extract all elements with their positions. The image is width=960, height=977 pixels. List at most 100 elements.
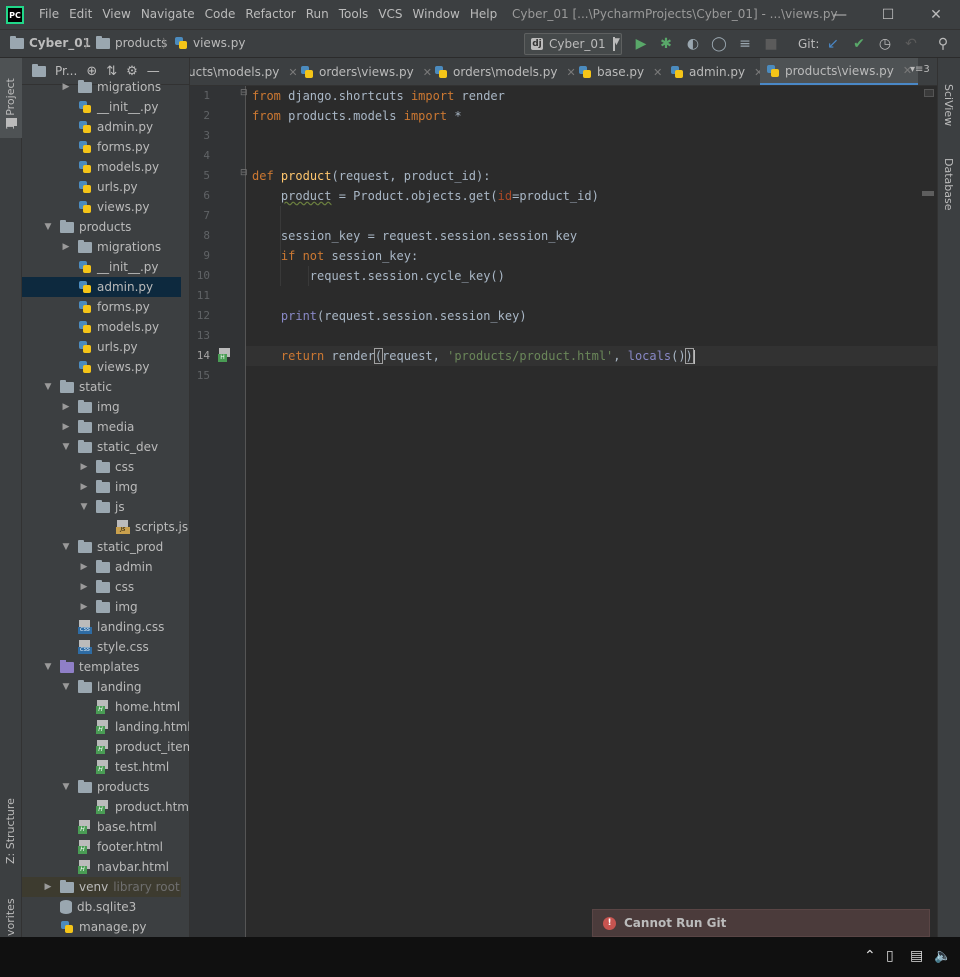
tree-item[interactable]: ▼ static_dev	[60, 437, 158, 457]
tree-item[interactable]: scripts.js	[98, 517, 188, 537]
menu-file[interactable]: File	[39, 7, 59, 21]
tree-item[interactable]: ▼ landing	[60, 677, 141, 697]
chevron-down-icon[interactable]: ▼	[60, 537, 72, 557]
tree-item[interactable]: __init__.py	[60, 97, 159, 117]
tree-item[interactable]: ▶ css	[78, 457, 134, 477]
coverage-icon[interactable]: ◐	[684, 35, 702, 53]
breadcrumb-project[interactable]: Cyber_01	[10, 35, 91, 50]
chevron-right-icon[interactable]: ▶	[78, 597, 90, 617]
inspection-status-icon[interactable]	[924, 89, 934, 97]
menu-code[interactable]: Code	[205, 7, 236, 21]
network-icon[interactable]: ▤	[910, 948, 923, 964]
chevron-down-icon[interactable]: ▼	[60, 437, 72, 457]
tree-item[interactable]: views.py	[60, 197, 149, 217]
tree-item[interactable]: ▼ static_prod	[60, 537, 163, 557]
debug-icon[interactable]: ✱	[657, 35, 675, 53]
chevron-right-icon[interactable]: ▶	[78, 557, 90, 577]
tab-orders-models[interactable]: orders\models.py ✕	[428, 58, 582, 85]
tree-item[interactable]: product_item.html	[78, 737, 189, 757]
tree-item[interactable]: forms.py	[60, 297, 150, 317]
stop-icon[interactable]: ■	[762, 35, 780, 53]
tree-item[interactable]: ▶ admin	[78, 557, 153, 577]
code-editor[interactable]: 1 2 3 4 5 6 7 8 9 10 11 12 13 14 15 ⊟ ⊟ …	[190, 86, 937, 937]
tree-item[interactable]: urls.py	[60, 337, 138, 357]
menu-edit[interactable]: Edit	[69, 7, 92, 21]
close-icon[interactable]: ✕	[924, 4, 948, 26]
tree-item[interactable]: landing.html	[78, 717, 189, 737]
tab-products-models[interactable]: ucts\models.py ✕	[190, 58, 304, 85]
tree-item[interactable]: home.html	[78, 697, 180, 717]
chevron-right-icon[interactable]: ▶	[60, 397, 72, 417]
tree-item[interactable]: ▶ css	[78, 577, 134, 597]
project-view-select[interactable]: Pr...	[55, 64, 77, 78]
search-icon[interactable]: ⚲	[934, 35, 952, 53]
tree-item[interactable]: views.py	[60, 357, 149, 377]
navigate-to-template-icon[interactable]	[218, 348, 232, 362]
tree-item[interactable]: __init__.py	[60, 257, 159, 277]
tree-item[interactable]: models.py	[60, 317, 159, 337]
tree-item[interactable]: landing.css	[60, 617, 164, 637]
tree-item[interactable]: product.html	[78, 797, 189, 817]
tree-item[interactable]: db.sqlite3	[42, 897, 136, 917]
chevron-right-icon[interactable]: ▶	[42, 877, 54, 897]
breadcrumb-file[interactable]: views.py	[174, 36, 245, 50]
tree-item[interactable]: ▶ migrations	[60, 237, 161, 257]
tree-item[interactable]: manage.py	[42, 917, 147, 937]
tree-item[interactable]: urls.py	[60, 177, 138, 197]
tree-item[interactable]: ▼ templates	[42, 657, 139, 677]
tree-item[interactable]: ▶ migrations	[60, 77, 161, 97]
battery-icon[interactable]: ▯	[886, 948, 894, 964]
tab-admin[interactable]: admin.py ✕	[664, 58, 769, 85]
tree-item[interactable]: models.py	[60, 157, 159, 177]
chevron-down-icon[interactable]: ▼	[60, 677, 72, 697]
close-tab-icon[interactable]: ✕	[653, 66, 662, 79]
tree-item[interactable]: base.html	[60, 817, 157, 837]
chevron-down-icon[interactable]: ▼	[42, 377, 54, 397]
chevron-right-icon[interactable]: ▶	[60, 77, 72, 97]
tree-item[interactable]: test.html	[78, 757, 169, 777]
chevron-down-icon[interactable]: ▼	[42, 217, 54, 237]
maximize-icon[interactable]: ☐	[876, 4, 900, 26]
tree-item[interactable]: ▼ products	[42, 217, 131, 237]
run-configuration-select[interactable]: dj Cyber_01 ▼	[524, 33, 622, 55]
tree-item[interactable]: ▼ js	[78, 497, 125, 517]
tab-orders-views[interactable]: orders\views.py ✕	[294, 58, 438, 85]
concurrency-icon[interactable]: ≡	[736, 35, 754, 53]
minimize-icon[interactable]: —	[828, 4, 852, 26]
menu-tools[interactable]: Tools	[339, 7, 369, 21]
menu-window[interactable]: Window	[413, 7, 460, 21]
tree-item[interactable]: ▼ products	[60, 777, 149, 797]
revert-icon[interactable]: ↶	[902, 35, 920, 53]
error-stripe-marker[interactable]	[922, 191, 934, 196]
tree-item[interactable]: forms.py	[60, 137, 150, 157]
volume-icon[interactable]: 🔈	[934, 948, 951, 964]
tree-item[interactable]: ▼ static	[42, 377, 112, 397]
chevron-down-icon[interactable]: ▼	[42, 657, 54, 677]
fold-icon[interactable]: ⊟	[240, 168, 248, 178]
tree-item[interactable]: style.css	[60, 637, 149, 657]
tab-overflow-menu[interactable]: ▾≡3	[910, 64, 930, 75]
menu-refactor[interactable]: Refactor	[245, 7, 295, 21]
chevron-right-icon[interactable]: ▶	[78, 457, 90, 477]
fold-icon[interactable]: ⊟	[240, 88, 248, 98]
git-error-notification[interactable]: ! Cannot Run Git	[592, 909, 930, 937]
run-icon[interactable]: ▶	[632, 35, 650, 53]
chevron-right-icon[interactable]: ▶	[60, 417, 72, 437]
chevron-up-icon[interactable]: ⌃	[864, 948, 876, 964]
menu-run[interactable]: Run	[306, 7, 329, 21]
chevron-right-icon[interactable]: ▶	[78, 577, 90, 597]
tree-item[interactable]: footer.html	[60, 837, 163, 857]
menu-vcs[interactable]: VCS	[378, 7, 402, 21]
menu-navigate[interactable]: Navigate	[141, 7, 195, 21]
history-icon[interactable]: ◷	[876, 35, 894, 53]
menu-help[interactable]: Help	[470, 7, 497, 21]
line-number-gutter[interactable]: 1 2 3 4 5 6 7 8 9 10 11 12 13 14 15 ⊟ ⊟	[190, 86, 248, 937]
tree-item[interactable]: ▶ img	[60, 397, 120, 417]
tab-base[interactable]: base.py ✕	[572, 58, 668, 85]
chevron-down-icon[interactable]: ▼	[78, 497, 90, 517]
git-commit-icon[interactable]: ✔	[850, 35, 868, 53]
tree-item[interactable]: ▶ media	[60, 417, 134, 437]
chevron-down-icon[interactable]: ▼	[60, 777, 72, 797]
tree-item[interactable]: navbar.html	[60, 857, 169, 877]
tree-item[interactable]: ▶ venv library root	[22, 877, 181, 897]
